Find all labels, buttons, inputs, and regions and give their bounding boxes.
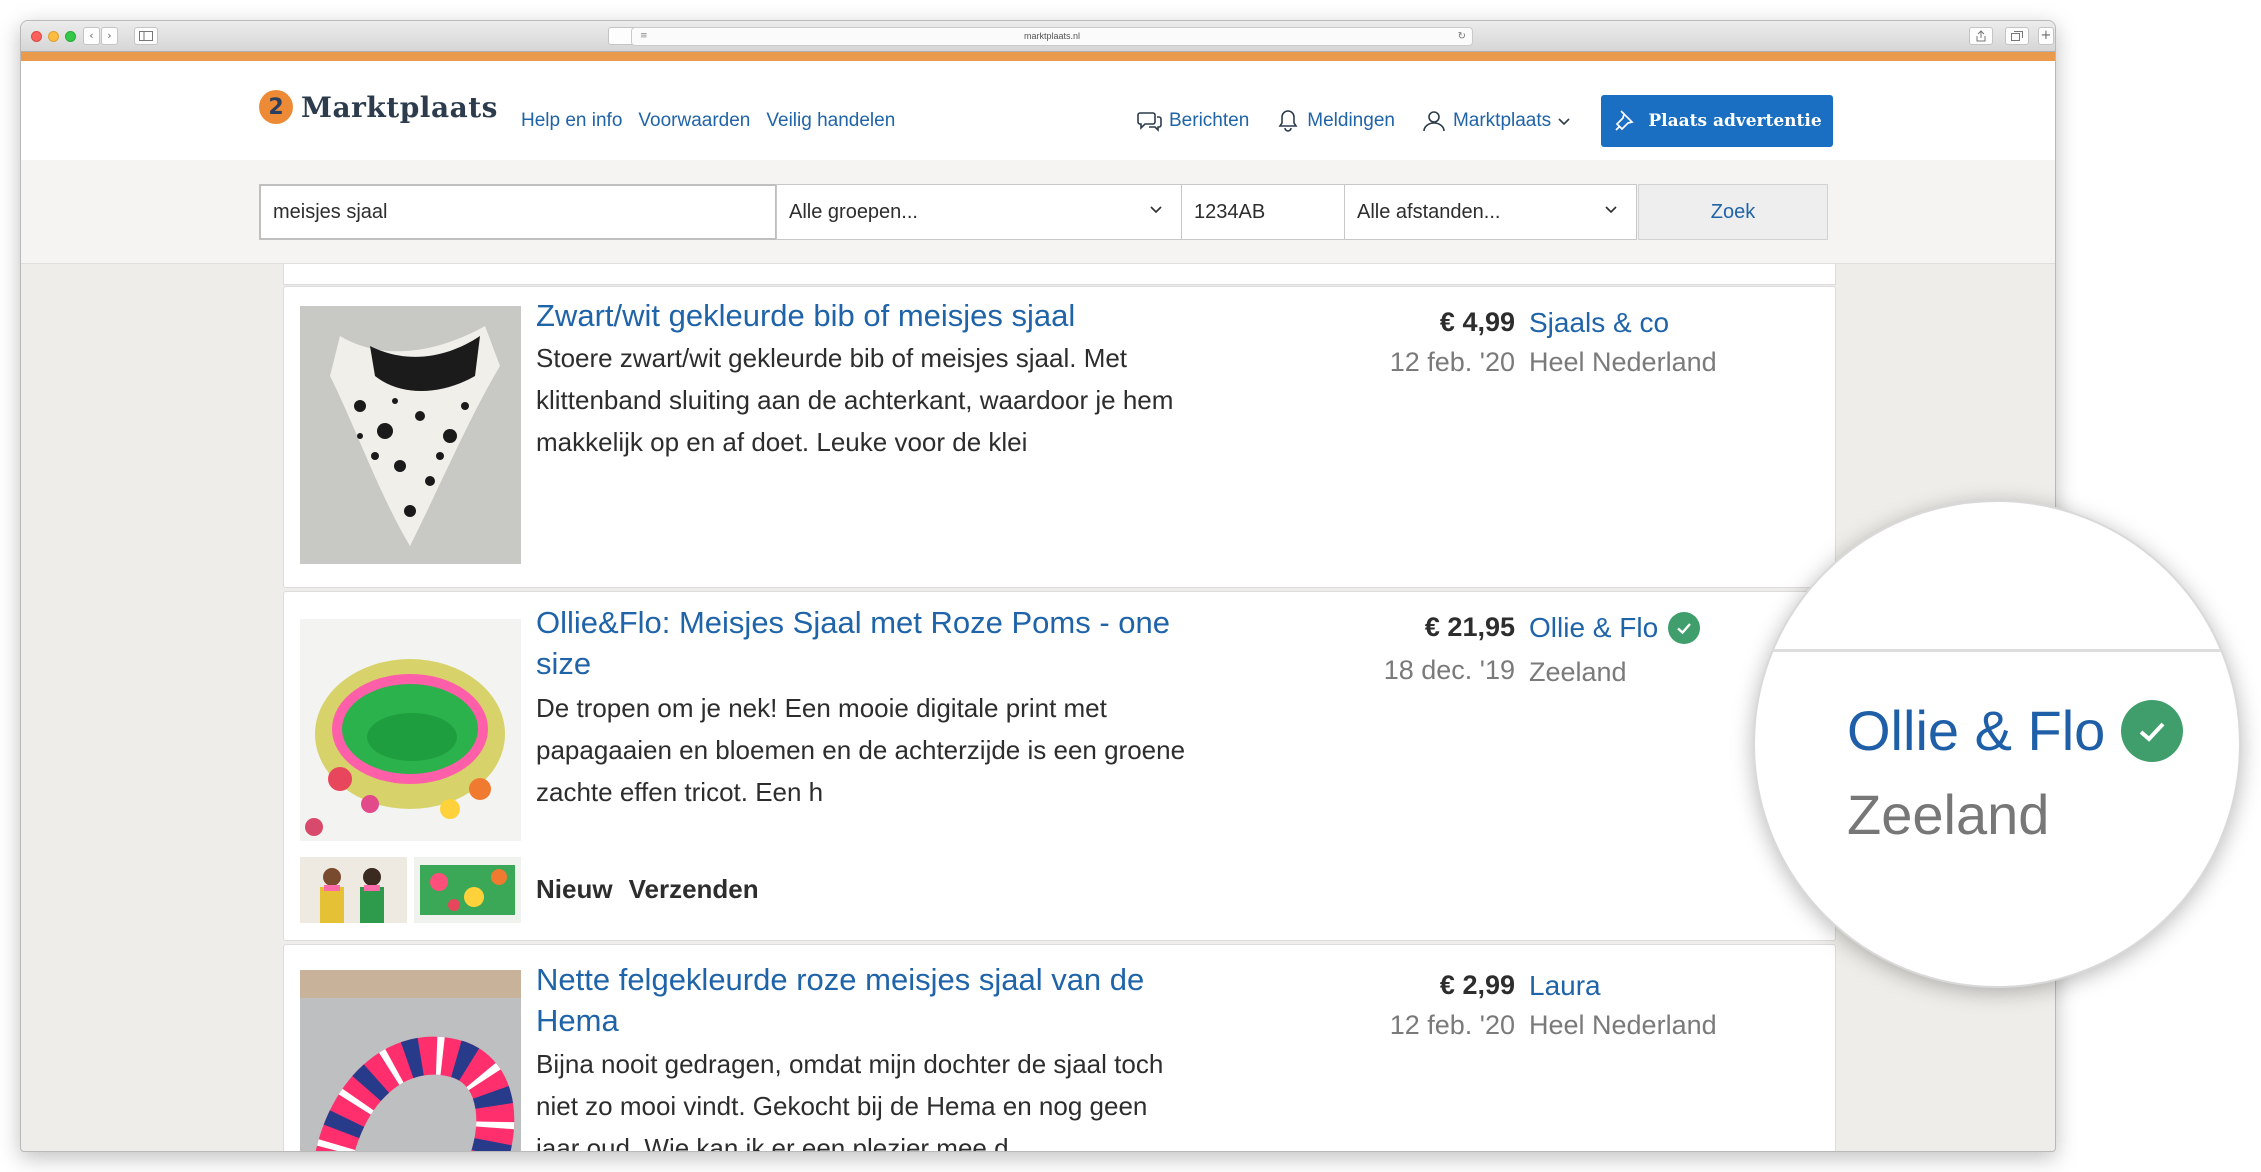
share-button[interactable]: [1969, 27, 1993, 45]
search-row: meisjes sjaal Alle groepen... 1234AB All…: [259, 184, 1828, 240]
listing-description: Bijna nooit gedragen, omdat mijn dochter…: [536, 1049, 1164, 1152]
magnified-seller-name: Ollie & Flo: [1847, 699, 2106, 762]
address-url: marktplaats.nl: [1023, 31, 1081, 41]
listing-card[interactable]: Nette felgekleurde roze meisjes sjaal va…: [283, 944, 1836, 1152]
listing-title[interactable]: Zwart/wit gekleurde bib of meisjes sjaal: [536, 295, 1186, 336]
tabs-button[interactable]: [2005, 27, 2029, 45]
user-icon: [1423, 111, 1445, 132]
listing-description: De tropen om je nek! Een mooie digitale …: [536, 693, 1186, 807]
listing-location: Zeeland: [1529, 657, 1627, 687]
chevron-down-icon: [1605, 206, 1617, 214]
listing-thumbnail[interactable]: [300, 857, 407, 923]
listing-seller[interactable]: Laura: [1529, 970, 1601, 1002]
site-header: 2 Marktplaats Help en info Voorwaarden V…: [21, 61, 2055, 160]
category-value: Alle groepen...: [789, 200, 918, 223]
seller-name: Ollie & Flo: [1529, 612, 1659, 643]
top-links: Help en info Voorwaarden Veilig handelen: [521, 110, 895, 132]
listing-card[interactable]: Ollie&Flo: Meisjes Sjaal met Roze Poms -…: [283, 591, 1836, 941]
listing-seller[interactable]: Ollie & Flo: [1529, 612, 1701, 644]
print-detail-image: [414, 857, 521, 923]
new-tab-button[interactable]: +: [2038, 27, 2054, 45]
magnifier-divider: [1755, 649, 2239, 652]
chat-bubbles-icon: [1137, 112, 1162, 132]
share-icon: [1976, 30, 1986, 42]
seller-name: Sjaals & co: [1529, 307, 1670, 338]
listing-description: Stoere zwart/wit gekleurde bib of meisje…: [536, 343, 1174, 457]
notifications-label: Meldingen: [1307, 110, 1395, 131]
place-ad-label: Plaats advertentie: [1648, 111, 1822, 131]
listing-title[interactable]: Ollie&Flo: Meisjes Sjaal met Roze Poms -…: [536, 602, 1186, 684]
terms-link[interactable]: Voorwaarden: [638, 110, 750, 132]
messages-link[interactable]: Berichten: [1137, 108, 1249, 134]
help-link[interactable]: Help en info: [521, 110, 622, 132]
postcode-input[interactable]: 1234AB: [1181, 184, 1345, 240]
logo-mark-icon: 2: [259, 90, 293, 124]
listing-thumbnail[interactable]: [414, 857, 521, 923]
seller-name: Laura: [1529, 970, 1601, 1001]
sidebar-toggle-button[interactable]: [134, 27, 158, 45]
pink-scarf-image: [300, 970, 521, 1151]
bib-scarf-image: [300, 306, 521, 564]
listing-image[interactable]: [300, 619, 521, 841]
listing-date: 12 feb. '20: [1389, 1010, 1515, 1040]
browser-window: ‹ › ≡ marktplaats.nl ↻ + 2 Marktplaats H…: [20, 20, 2056, 1152]
distance-select[interactable]: Alle afstanden...: [1344, 184, 1637, 240]
listing-location: Heel Nederland: [1529, 1010, 1717, 1040]
listing-seller[interactable]: Sjaals & co: [1529, 307, 1669, 339]
category-select[interactable]: Alle groepen...: [776, 184, 1182, 240]
search-submit-button[interactable]: Zoek: [1638, 184, 1828, 240]
listing-title[interactable]: Nette felgekleurde roze meisjes sjaal va…: [536, 959, 1186, 1041]
listing-location: Heel Nederland: [1529, 347, 1717, 377]
zoom-window-button[interactable]: [65, 31, 76, 42]
reload-icon[interactable]: ↻: [1458, 28, 1466, 45]
minimize-window-button[interactable]: [48, 31, 59, 42]
bell-icon: [1278, 110, 1298, 132]
magnified-seller: Ollie & Flo: [1847, 698, 2184, 763]
pin-icon: [1615, 110, 1634, 131]
tag-shipping: Verzenden: [628, 874, 759, 904]
forward-button[interactable]: ›: [101, 27, 118, 45]
logo-text: Marktplaats: [301, 90, 498, 124]
listing-image[interactable]: [300, 306, 521, 564]
check-circle-icon: [2121, 699, 2184, 762]
kids-photo-image: [300, 857, 407, 923]
previous-listing-stub: [283, 264, 1836, 285]
account-label: Marktplaats: [1452, 110, 1552, 131]
results-list: Zwart/wit gekleurde bib of meisjes sjaal…: [283, 264, 1836, 1152]
search-input[interactable]: meisjes sjaal: [259, 184, 777, 240]
listing-card[interactable]: Zwart/wit gekleurde bib of meisjes sjaal…: [283, 286, 1836, 588]
chevron-down-icon: [1150, 206, 1162, 214]
user-menu: Berichten Meldingen Marktplaats: [1137, 108, 1571, 134]
magnified-location: Zeeland: [1847, 783, 2050, 846]
listing-tags: Nieuw Verzenden: [536, 874, 759, 905]
place-ad-button[interactable]: Plaats advertentie: [1601, 95, 1833, 147]
chevron-down-icon: [1558, 118, 1570, 126]
account-menu[interactable]: Marktplaats: [1421, 108, 1571, 134]
logo[interactable]: 2 Marktplaats: [259, 90, 498, 124]
listing-price: € 2,99: [1439, 970, 1515, 1000]
listing-date: 18 dec. '19: [1383, 655, 1515, 685]
check-circle-icon: [1668, 612, 1701, 644]
search-bar: meisjes sjaal Alle groepen... 1234AB All…: [21, 160, 2055, 264]
listing-image[interactable]: [300, 970, 521, 1151]
listing-price: € 21,95: [1424, 612, 1515, 642]
listing-price: € 4,99: [1439, 307, 1515, 337]
browser-toolbar: ‹ › ≡ marktplaats.nl ↻ +: [21, 21, 2055, 52]
browser-accent-bar: [21, 52, 2055, 61]
notifications-link[interactable]: Meldingen: [1275, 108, 1395, 134]
sidebar-icon: [139, 31, 153, 41]
tabs-icon: [2011, 31, 2023, 41]
safe-trading-link[interactable]: Veilig handelen: [766, 110, 895, 132]
messages-label: Berichten: [1169, 110, 1250, 131]
address-bar[interactable]: ≡ marktplaats.nl ↻: [631, 27, 1473, 46]
listing-date: 12 feb. '20: [1389, 347, 1515, 377]
back-button[interactable]: ‹: [83, 27, 100, 45]
tropical-scarf-image: [300, 619, 521, 841]
tag-new: Nieuw: [536, 874, 613, 904]
close-window-button[interactable]: [31, 31, 42, 42]
magnifier-callout: Ollie & Flo Zeeland: [1753, 500, 2241, 988]
reader-icon[interactable]: ≡: [640, 28, 648, 45]
distance-value: Alle afstanden...: [1357, 200, 1501, 223]
